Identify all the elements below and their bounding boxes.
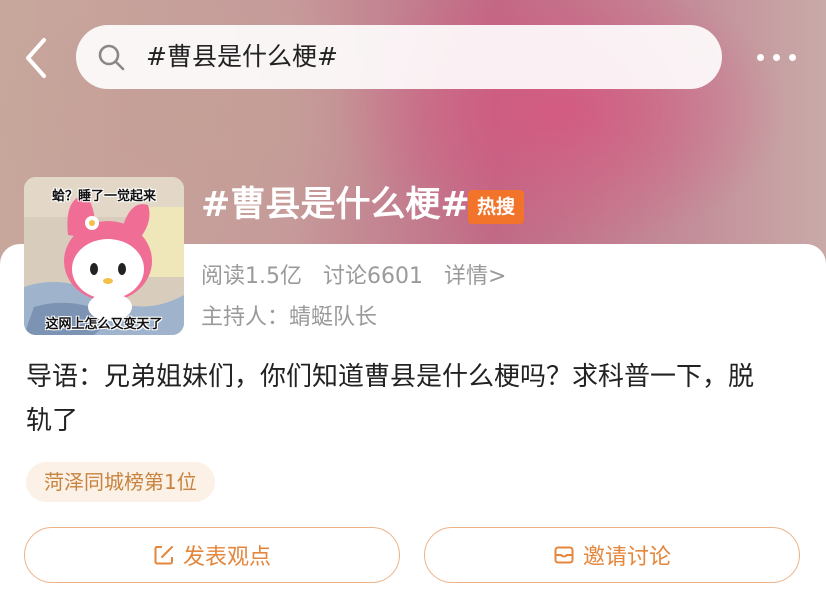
search-query[interactable]: #曹县是什么梗# (146, 39, 338, 75)
topic-host: 主持人：蜻蜓队长 (201, 305, 378, 330)
thumbnail-caption-top: 蛤？睡了一觉起来 (51, 189, 156, 204)
topic-thumbnail: 蛤？睡了一觉起来 这网上怎么又变天了 (24, 177, 184, 335)
topic-intro: 导语：兄弟姐妹们，你们知道曹县是什么梗吗？求科普一下，脱轨了 (26, 362, 755, 436)
rank-tag[interactable]: 菏泽同城榜第1位 (26, 462, 215, 502)
edit-icon (154, 546, 173, 565)
dot-icon (757, 54, 764, 61)
dot-icon (789, 54, 796, 61)
topic-title: #曹县是什么梗# (201, 185, 470, 225)
details-link[interactable]: 详情> (444, 264, 506, 289)
discussion-count: 讨论6601 (323, 264, 423, 289)
post-opinion-label: 发表观点 (182, 545, 271, 570)
search-bar[interactable]: #曹县是什么梗# (76, 25, 722, 89)
inbox-icon (554, 546, 574, 564)
read-count: 阅读1.5亿 (201, 264, 302, 289)
topic-stats: 阅读1.5亿 讨论6601 详情> (201, 262, 520, 292)
search-icon (98, 44, 125, 71)
invite-discussion-label: 邀请讨论 (582, 545, 671, 570)
invite-discussion-button[interactable]: 邀请讨论 (424, 527, 800, 583)
chevron-left-icon (26, 38, 46, 78)
hot-badge: 热搜 (468, 190, 524, 224)
more-options-button[interactable] (753, 44, 801, 70)
dot-icon (773, 54, 780, 61)
post-opinion-button[interactable]: 发表观点 (24, 527, 400, 583)
thumbnail-caption-bottom: 这网上怎么又变天了 (45, 317, 163, 332)
back-button[interactable] (18, 36, 58, 80)
